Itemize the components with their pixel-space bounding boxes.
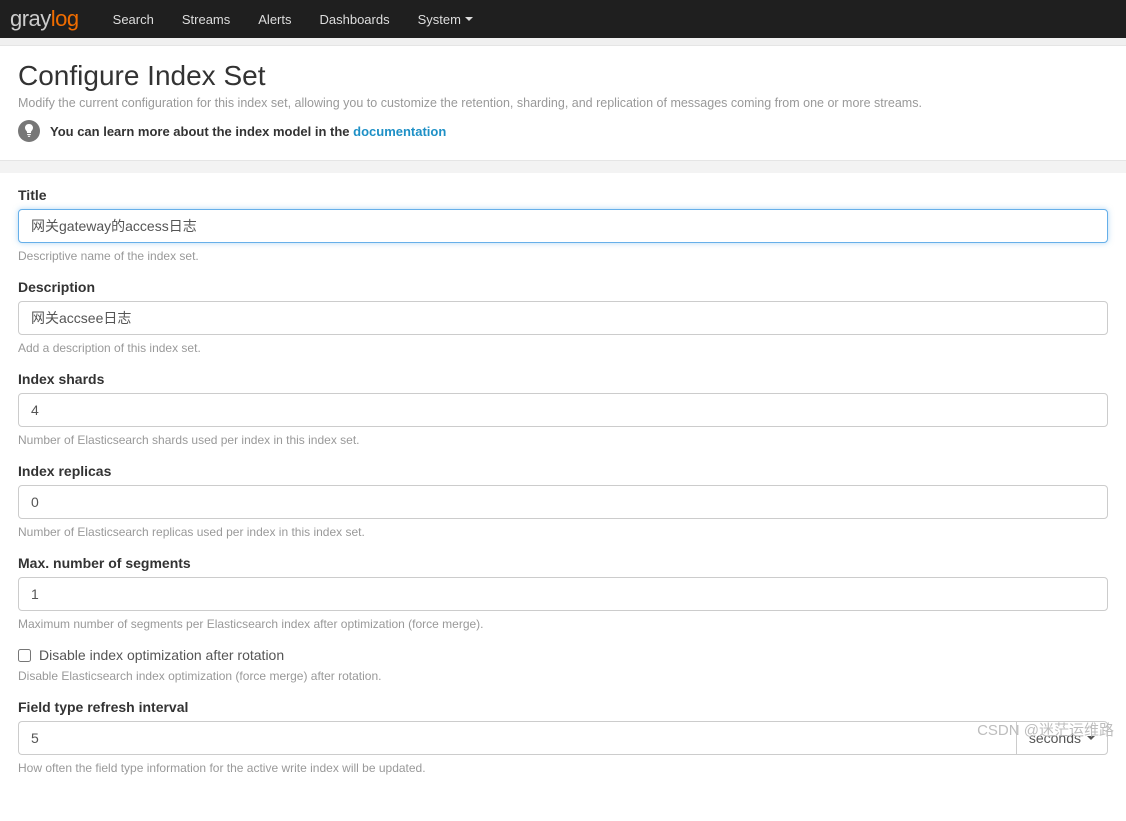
- spacer: [0, 38, 1126, 46]
- description-label: Description: [18, 279, 1108, 295]
- info-banner: You can learn more about the index model…: [18, 120, 1108, 142]
- shards-input[interactable]: [18, 393, 1108, 427]
- nav-dashboards[interactable]: Dashboards: [320, 12, 390, 27]
- brand-logo[interactable]: graylog: [10, 6, 79, 32]
- title-label: Title: [18, 187, 1108, 203]
- logo-gray: gray: [10, 6, 51, 31]
- disable-optimization-checkbox[interactable]: [18, 649, 31, 662]
- nav-system-label: System: [418, 12, 461, 27]
- caret-down-icon: [1087, 736, 1095, 740]
- replicas-input[interactable]: [18, 485, 1108, 519]
- title-help: Descriptive name of the index set.: [18, 249, 1108, 263]
- page-title: Configure Index Set: [18, 60, 1108, 92]
- field-description: Description Add a description of this in…: [18, 279, 1108, 355]
- refresh-help: How often the field type information for…: [18, 761, 1108, 775]
- field-replicas: Index replicas Number of Elasticsearch r…: [18, 463, 1108, 539]
- description-help: Add a description of this index set.: [18, 341, 1108, 355]
- nav-alerts[interactable]: Alerts: [258, 12, 291, 27]
- page-subtitle: Modify the current configuration for thi…: [18, 96, 1108, 110]
- navbar: graylog Search Streams Alerts Dashboards…: [0, 0, 1126, 38]
- field-shards: Index shards Number of Elasticsearch sha…: [18, 371, 1108, 447]
- page-header: Configure Index Set Modify the current c…: [0, 46, 1126, 161]
- title-input[interactable]: [18, 209, 1108, 243]
- segments-label: Max. number of segments: [18, 555, 1108, 571]
- shards-help: Number of Elasticsearch shards used per …: [18, 433, 1108, 447]
- field-refresh-interval: Field type refresh interval seconds How …: [18, 699, 1108, 775]
- segments-input[interactable]: [18, 577, 1108, 611]
- documentation-link[interactable]: documentation: [353, 124, 446, 139]
- nav-system[interactable]: System: [418, 12, 473, 27]
- refresh-unit-label: seconds: [1029, 730, 1081, 746]
- field-disable-optimization: Disable index optimization after rotatio…: [18, 647, 1108, 683]
- description-input[interactable]: [18, 301, 1108, 335]
- replicas-label: Index replicas: [18, 463, 1108, 479]
- segments-help: Maximum number of segments per Elasticse…: [18, 617, 1108, 631]
- refresh-label: Field type refresh interval: [18, 699, 1108, 715]
- disable-optimization-label[interactable]: Disable index optimization after rotatio…: [39, 647, 284, 663]
- nav-search[interactable]: Search: [113, 12, 154, 27]
- info-text: You can learn more about the index model…: [50, 124, 446, 139]
- info-prefix: You can learn more about the index model…: [50, 124, 353, 139]
- field-title: Title Descriptive name of the index set.: [18, 187, 1108, 263]
- disable-optimization-help: Disable Elasticsearch index optimization…: [18, 669, 1108, 683]
- caret-down-icon: [465, 17, 473, 21]
- replicas-help: Number of Elasticsearch replicas used pe…: [18, 525, 1108, 539]
- shards-label: Index shards: [18, 371, 1108, 387]
- lightbulb-icon: [18, 120, 40, 142]
- nav-streams[interactable]: Streams: [182, 12, 230, 27]
- form: Title Descriptive name of the index set.…: [0, 161, 1126, 821]
- field-segments: Max. number of segments Maximum number o…: [18, 555, 1108, 631]
- logo-orange: log: [51, 6, 79, 31]
